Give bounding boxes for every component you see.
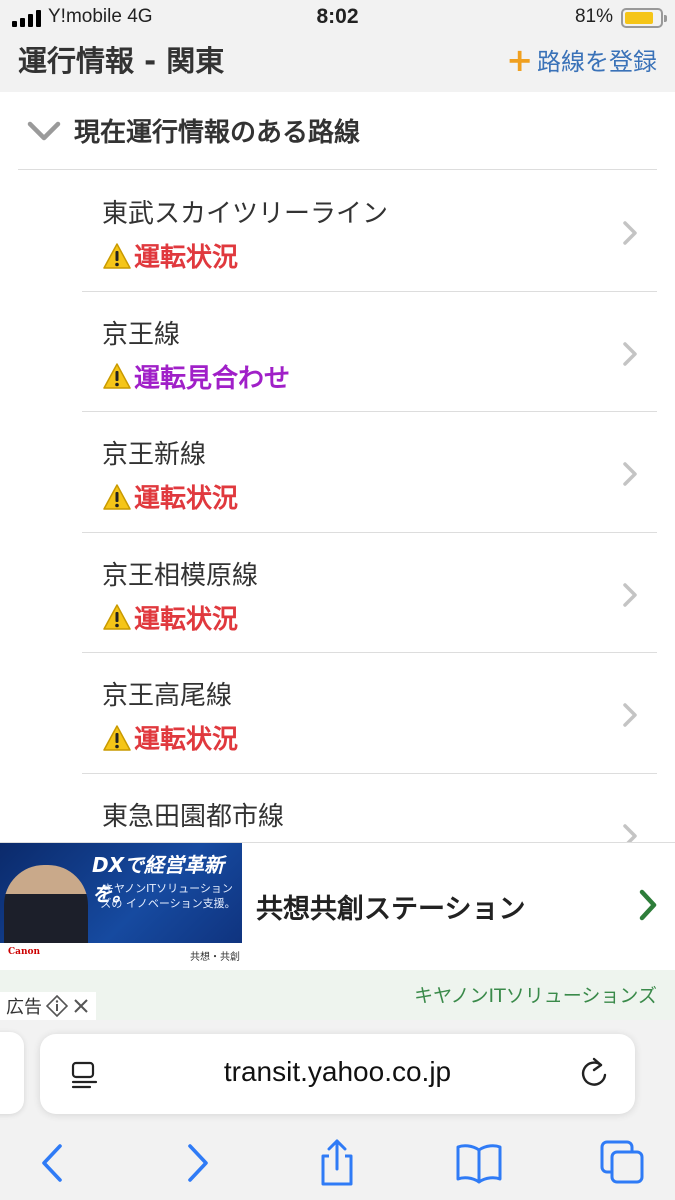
status-bar: Y!mobile 4G 8:02 81% (0, 0, 675, 36)
clock: 8:02 (316, 5, 359, 28)
register-line-label: 路線を登録 (537, 48, 657, 76)
chevron-right-icon (623, 341, 637, 366)
reload-icon[interactable] (579, 1056, 609, 1090)
chevron-right-icon (623, 582, 637, 607)
line-name: 京王新線 (102, 440, 207, 470)
chevron-right-icon (639, 889, 657, 921)
battery-percent: 81% (574, 6, 613, 27)
list-item[interactable]: 東武スカイツリーライン 運転状況 (82, 171, 657, 292)
address-bar[interactable]: transit.yahoo.co.jp (40, 1034, 635, 1114)
line-status: 運転見合わせ (102, 358, 290, 395)
line-name: 京王線 (102, 319, 181, 350)
warning-icon (103, 242, 131, 269)
ad-title: 共想共創ステーション (256, 894, 526, 925)
ad-image-footer: Canon 共想・共創 (0, 943, 242, 971)
section-toggle[interactable]: 現在運行情報のある路線 (18, 92, 657, 170)
line-list: 東武スカイツリーライン 運転状況 京王線 運転見合わせ 京王新線 運転状況 京王… (82, 171, 657, 894)
line-status: 運転状況 (102, 237, 238, 274)
page-title: 運行情報 - 関東 (18, 44, 225, 78)
status-text: 運転状況 (134, 243, 239, 273)
canon-logo: Canon (8, 947, 41, 957)
battery-icon (621, 8, 667, 28)
ad-subtext: キヤノンITソリューションズの イノベーション支援。 (100, 882, 236, 910)
list-item[interactable]: 京王線 運転見合わせ (82, 292, 657, 412)
forward-icon[interactable] (172, 1138, 222, 1188)
ad-image: DXで経営革新を。 キヤノンITソリューションズの イノベーション支援。 Can… (0, 843, 242, 971)
register-line-button[interactable]: + 路線を登録 (506, 42, 657, 77)
ad-brand-mark: 共想・共創 (190, 952, 240, 963)
line-name: 東急田園都市線 (102, 801, 285, 832)
chevron-right-icon (623, 462, 637, 486)
previous-tab-preview[interactable] (0, 1032, 24, 1114)
chevron-right-icon (623, 703, 637, 727)
back-icon[interactable] (28, 1138, 78, 1188)
ad-label: 広告 (0, 992, 96, 1020)
chevron-right-icon (623, 221, 637, 245)
line-status: 運転状況 (102, 478, 238, 515)
url-text: transit.yahoo.co.jp (223, 1056, 452, 1087)
status-text: 運転状況 (134, 484, 239, 514)
ad-sponsor: キヤノンITソリューションズ (414, 985, 657, 1007)
line-name: 東武スカイツリーライン (102, 199, 389, 229)
ad-info-icon[interactable] (46, 995, 68, 1017)
page-header: 運行情報 - 関東 + 路線を登録 (0, 36, 675, 92)
line-status: 運転状況 (102, 599, 238, 636)
browser-toolbar (0, 1138, 675, 1188)
chevron-down-icon (27, 121, 61, 140)
status-text: 運転状況 (134, 604, 239, 635)
browser-chrome: transit.yahoo.co.jp (0, 1020, 675, 1200)
ad-banner[interactable]: DXで経営革新を。 キヤノンITソリューションズの イノベーション支援。 Can… (0, 842, 675, 971)
list-item[interactable]: 京王高尾線 運転状況 (82, 653, 657, 774)
warning-icon (103, 363, 131, 389)
warning-icon (103, 724, 131, 751)
share-icon[interactable] (312, 1138, 362, 1188)
tabs-icon[interactable] (598, 1138, 648, 1188)
line-name: 京王相模原線 (102, 560, 259, 591)
status-text: 運転状況 (134, 725, 239, 755)
bookmarks-icon[interactable] (454, 1138, 504, 1188)
line-status: 運転状況 (102, 719, 238, 756)
line-name: 京王高尾線 (102, 681, 233, 711)
section-title: 現在運行情報のある路線 (74, 118, 361, 148)
ad-person-image (4, 865, 88, 951)
ad-sponsor-bar[interactable]: キヤノンITソリューションズ (0, 970, 675, 1020)
plus-icon: + (506, 40, 533, 79)
ad-label-text: 広告 (6, 997, 42, 1018)
list-item[interactable]: 京王新線 運転状況 (82, 412, 657, 533)
status-text: 運転見合わせ (134, 363, 291, 394)
warning-icon (103, 604, 131, 630)
list-item[interactable]: 京王相模原線 運転状況 (82, 533, 657, 653)
close-icon[interactable] (72, 997, 90, 1015)
warning-icon (103, 483, 131, 510)
